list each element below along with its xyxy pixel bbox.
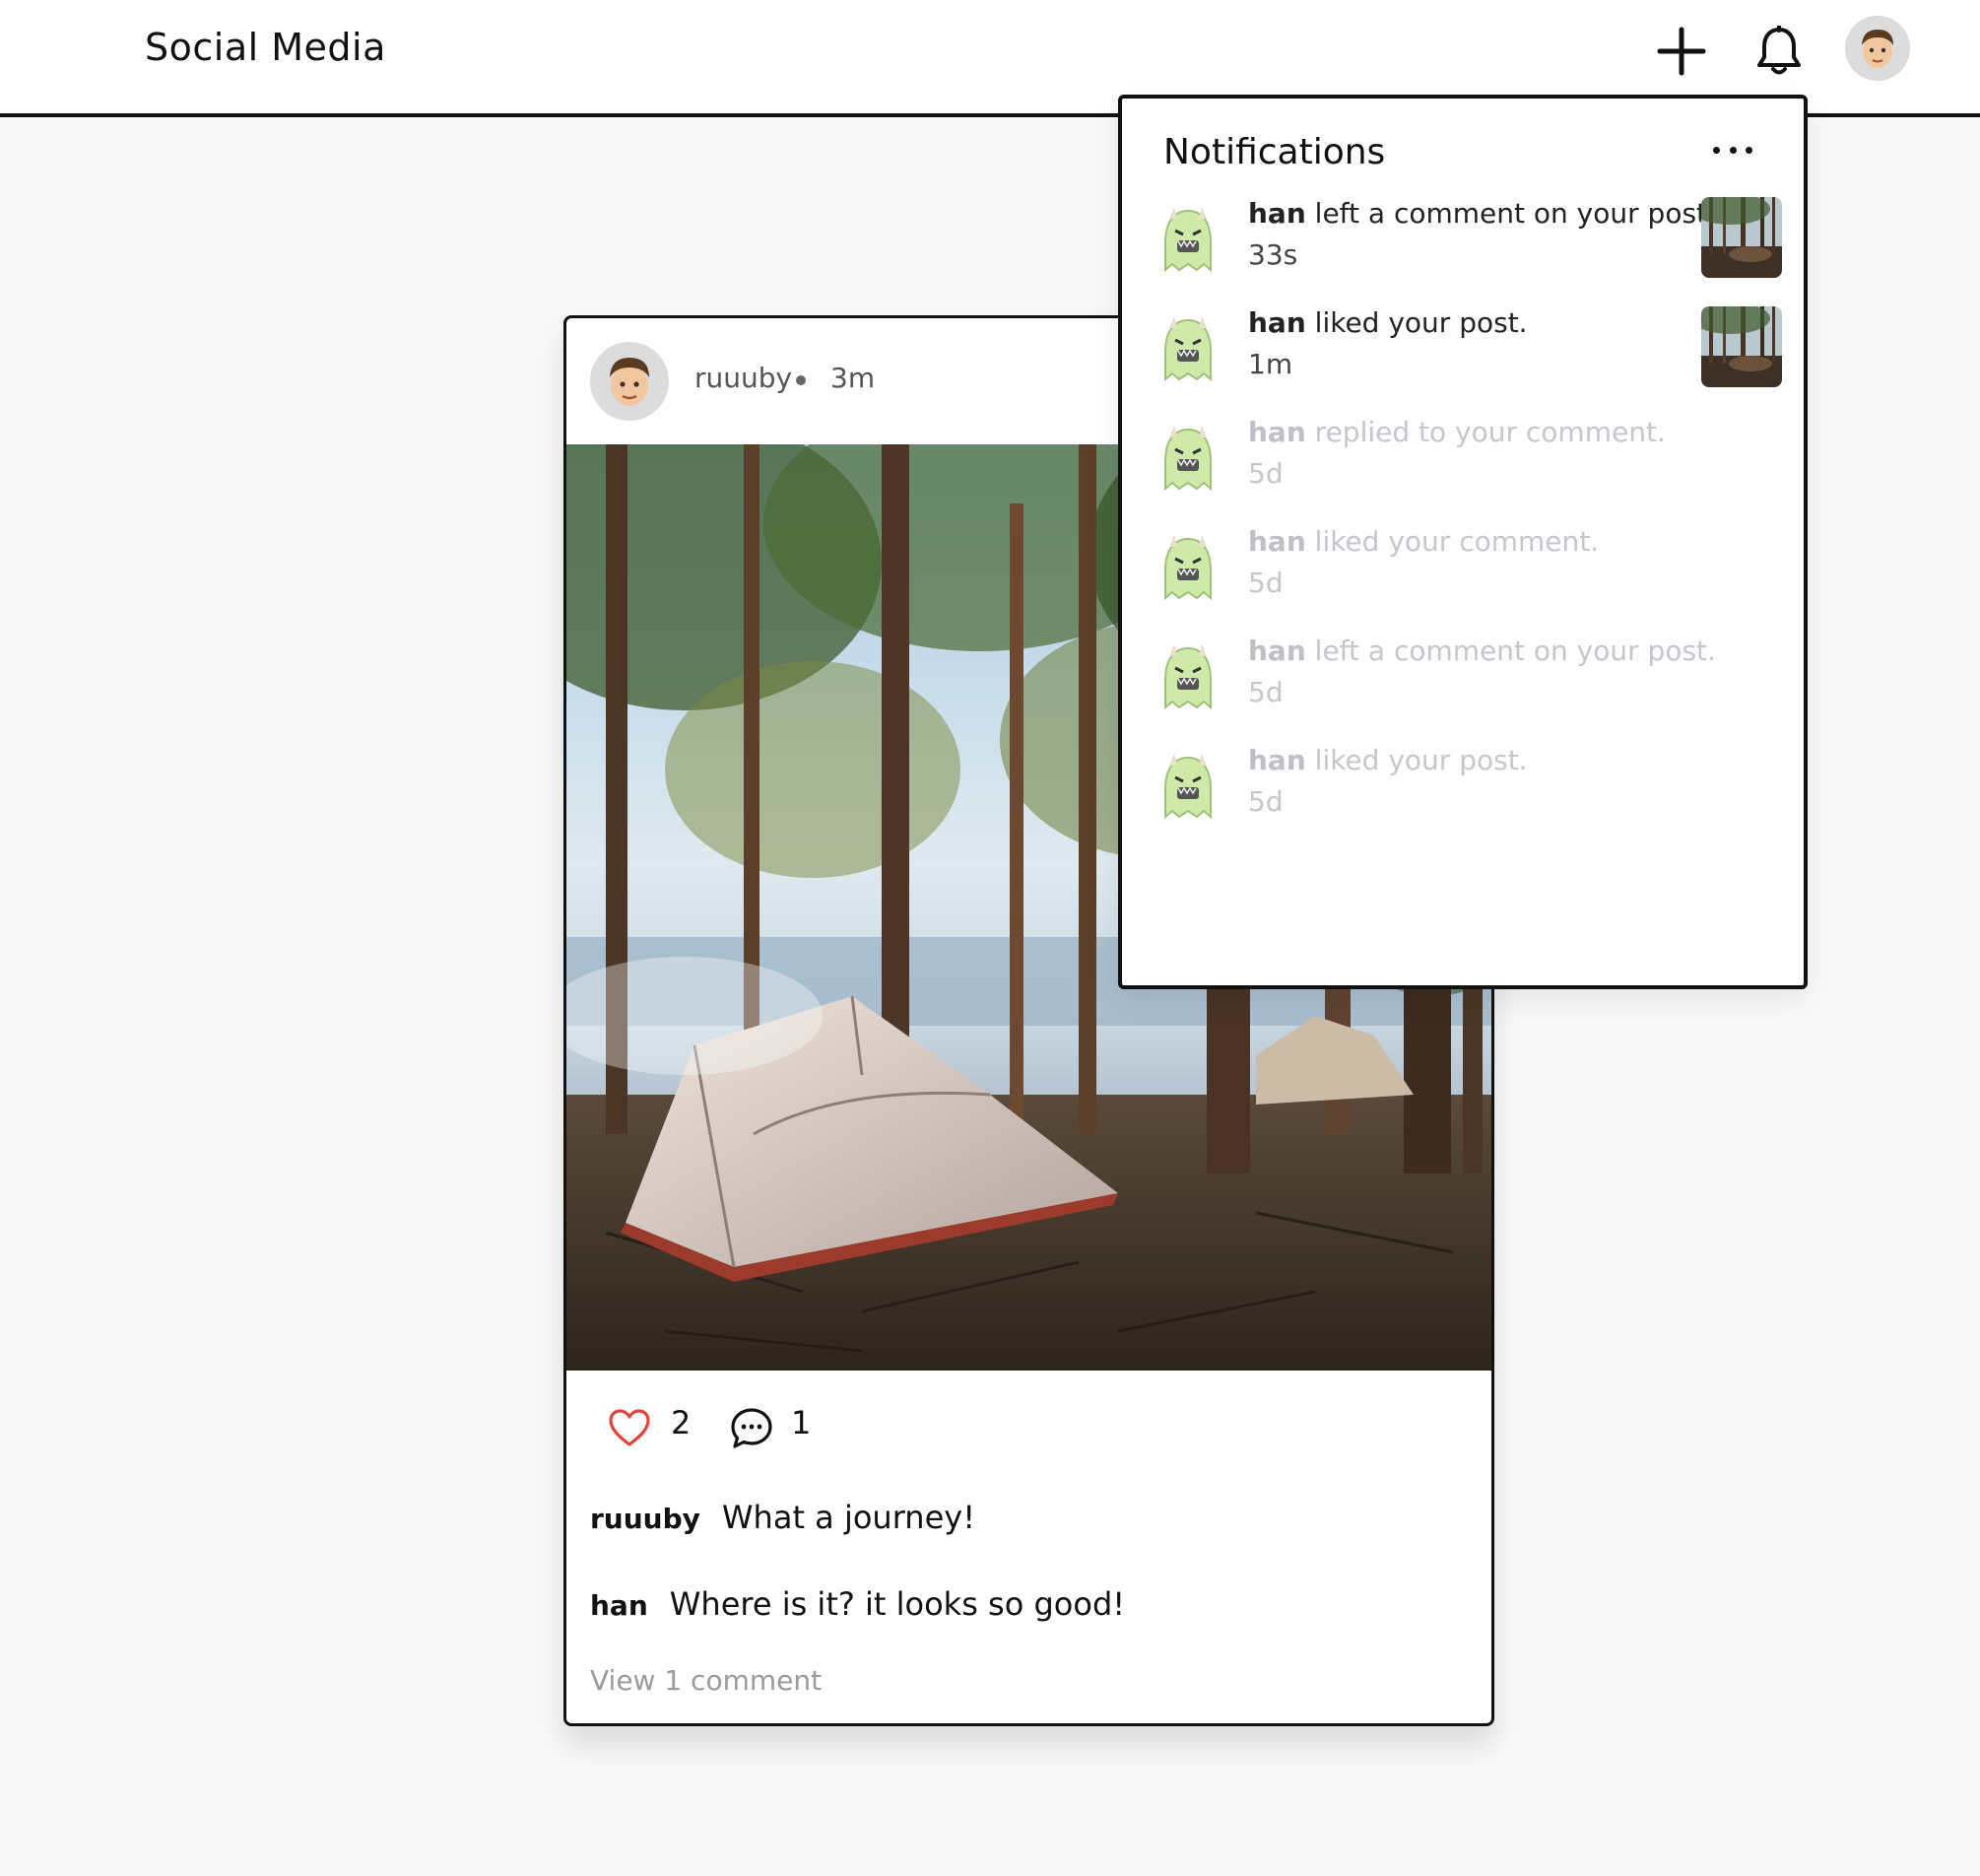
notification-post-thumbnail[interactable]	[1701, 197, 1782, 278]
post-thumbnail-image	[1701, 197, 1782, 278]
notification-user-avatar[interactable]	[1155, 422, 1221, 495]
notification-item[interactable]: han left a comment on your post. 5d	[1122, 635, 1804, 753]
notification-time: 33s	[1248, 238, 1298, 271]
caption-text: What a journey!	[721, 1499, 976, 1536]
ghost-avatar-icon	[1164, 426, 1212, 492]
separator-dot	[796, 375, 806, 385]
notification-username[interactable]: han	[1248, 197, 1306, 230]
plus-icon	[1657, 27, 1706, 76]
post-actions: 2 1	[566, 1371, 1491, 1481]
notification-username[interactable]: han	[1248, 416, 1306, 448]
notification-action: liked your post.	[1305, 306, 1528, 339]
notification-time: 5d	[1248, 676, 1284, 708]
ghost-avatar-icon	[1164, 535, 1212, 601]
notification-user-avatar[interactable]	[1155, 750, 1221, 823]
comment-count: 1	[791, 1404, 812, 1441]
more-icon	[1713, 146, 1720, 154]
comment-bubble-icon	[731, 1408, 772, 1448]
notification-user-avatar[interactable]	[1155, 312, 1221, 385]
ghost-avatar-icon	[1164, 754, 1212, 820]
notification-action: left a comment on your post.	[1305, 197, 1716, 230]
heart-icon	[609, 1409, 650, 1446]
comment-preview: han Where is it? it looks so good!	[590, 1585, 1125, 1623]
notification-item[interactable]: han liked your post. 5d	[1122, 744, 1804, 862]
notification-text: han liked your post.	[1248, 744, 1528, 776]
view-comments-link[interactable]: View 1 comment	[590, 1664, 822, 1697]
post-thumbnail-image	[1701, 306, 1782, 387]
notification-username[interactable]: han	[1248, 635, 1306, 667]
notifications-panel: Notifications han left a comment on your…	[1118, 95, 1808, 989]
comment-button[interactable]	[729, 1406, 774, 1451]
ghost-avatar-icon	[1164, 644, 1212, 710]
post-author-avatar[interactable]	[590, 342, 669, 421]
notification-item[interactable]: han left a comment on your post. 33s	[1122, 197, 1804, 315]
notification-user-avatar[interactable]	[1155, 531, 1221, 604]
notification-text: han liked your post.	[1248, 306, 1528, 339]
app-title[interactable]: Social Media	[145, 26, 386, 69]
notification-text: han liked your comment.	[1248, 525, 1599, 558]
notification-time: 5d	[1248, 567, 1284, 599]
notification-time: 5d	[1248, 457, 1284, 490]
notifications-more-button[interactable]	[1713, 140, 1752, 160]
notification-item[interactable]: han liked your post. 1m	[1122, 306, 1804, 425]
notification-username[interactable]: han	[1248, 744, 1306, 776]
post-author-username[interactable]: ruuuby	[694, 362, 792, 394]
profile-avatar-button[interactable]	[1845, 16, 1910, 81]
user-avatar	[1845, 16, 1910, 81]
post-timestamp: 3m	[830, 362, 876, 394]
notification-item[interactable]: han replied to your comment. 5d	[1122, 416, 1804, 534]
notification-action: liked your post.	[1305, 744, 1528, 776]
notification-item[interactable]: han liked your comment. 5d	[1122, 525, 1804, 643]
notification-text: han left a comment on your post.	[1248, 635, 1716, 667]
ghost-avatar-icon	[1164, 316, 1212, 382]
notification-username[interactable]: han	[1248, 525, 1306, 558]
ghost-avatar-icon	[1164, 207, 1212, 273]
notification-text: han left a comment on your post.	[1248, 197, 1716, 230]
bell-icon	[1757, 26, 1801, 75]
caption-username[interactable]: ruuuby	[590, 1503, 700, 1535]
user-avatar	[590, 342, 669, 421]
notification-post-thumbnail[interactable]	[1701, 306, 1782, 387]
notification-user-avatar[interactable]	[1155, 203, 1221, 276]
notification-text: han replied to your comment.	[1248, 416, 1666, 448]
notification-action: liked your comment.	[1305, 525, 1600, 558]
notification-action: left a comment on your post.	[1305, 635, 1716, 667]
post-caption: ruuuby What a journey!	[590, 1499, 975, 1536]
comment-text: Where is it? it looks so good!	[669, 1585, 1126, 1623]
notification-action: replied to your comment.	[1305, 416, 1666, 448]
like-count: 2	[671, 1404, 692, 1441]
create-post-button[interactable]	[1650, 20, 1713, 83]
notification-time: 5d	[1248, 785, 1284, 818]
notifications-title: Notifications	[1163, 132, 1386, 172]
like-button[interactable]	[608, 1408, 651, 1447]
notification-user-avatar[interactable]	[1155, 640, 1221, 713]
notification-username[interactable]: han	[1248, 306, 1306, 339]
comment-username[interactable]: han	[590, 1589, 648, 1622]
notification-time: 1m	[1248, 348, 1293, 380]
notifications-button[interactable]	[1748, 20, 1811, 83]
